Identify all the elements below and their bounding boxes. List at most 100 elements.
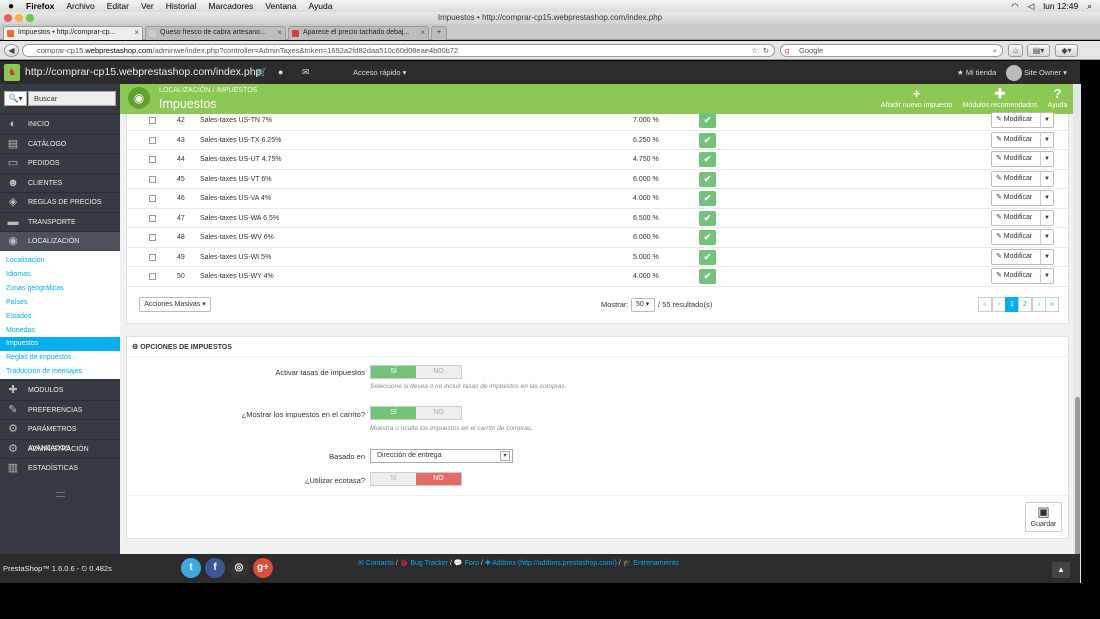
caret-down-icon[interactable]: ▼ <box>1044 191 1050 205</box>
forum-link[interactable]: 💬 Foro <box>454 560 479 567</box>
sidebar-item-inicio[interactable]: ◐ Inicio <box>0 114 120 133</box>
submenu-item-idiomas[interactable]: Idiomas <box>0 268 120 282</box>
use-ecotax-switch[interactable]: SÍ NO <box>370 472 462 486</box>
quick-access-dropdown[interactable]: Acceso rápido ▾ <box>353 61 406 84</box>
menu-archivo[interactable]: Archivo <box>66 1 94 11</box>
based-on-select[interactable]: Dirección de entrega ▾ <box>370 449 513 463</box>
caret-down-icon[interactable]: ▼ <box>1044 269 1050 283</box>
page-2-button[interactable]: 2 <box>1018 297 1032 312</box>
submenu-item-impuestos[interactable]: Impuestos <box>0 337 120 352</box>
page-1-button[interactable]: 1 <box>1005 297 1019 312</box>
new-tab-button[interactable]: + <box>431 26 447 40</box>
last-page-button[interactable]: » <box>1045 297 1059 312</box>
enabled-check-icon[interactable]: ✔ <box>699 113 716 128</box>
modify-button[interactable]: ✎ Modificar ▼ <box>991 170 1054 187</box>
github-icon[interactable]: ◎ <box>229 558 249 578</box>
search-type-button[interactable]: 🔍▾ <box>4 91 27 106</box>
sidebar-item-modulos[interactable]: ✚ Módulos <box>0 380 120 399</box>
submenu-item-zonas-geograficas[interactable]: Zonas geográficas <box>0 282 120 296</box>
show-taxes-cart-switch[interactable]: SÍ NO <box>370 406 462 420</box>
caret-down-icon[interactable]: ▼ <box>1044 211 1050 225</box>
tab-aparece[interactable]: Aparece el precio tachado debaj... × <box>288 26 429 40</box>
use-ecotax-yes[interactable]: SÍ <box>371 473 416 485</box>
sidebar-item-parametros-avanzados[interactable]: ⚙ Parámetros avanzados <box>0 419 120 452</box>
twitter-icon[interactable]: t <box>181 558 201 578</box>
wifi-icon[interactable]: ◠ <box>1011 1 1018 12</box>
caret-down-icon[interactable]: ▼ <box>1044 230 1050 244</box>
enable-taxes-switch[interactable]: SÍ NO <box>370 365 462 379</box>
close-tab-icon[interactable]: × <box>420 27 425 39</box>
enable-taxes-no[interactable]: NO <box>416 366 461 378</box>
addons-link[interactable]: ✚ Addons (http://addons.prestashop.com/) <box>485 560 617 567</box>
caret-down-icon[interactable]: ▼ <box>1044 172 1050 186</box>
google-plus-icon[interactable]: g+ <box>253 558 273 578</box>
avatar[interactable] <box>1006 65 1022 81</box>
close-tab-icon[interactable]: × <box>277 27 282 39</box>
enabled-check-icon[interactable]: ✔ <box>699 132 716 148</box>
menu-ver[interactable]: Ver <box>141 1 154 11</box>
submenu-item-reglas-de-impuestos[interactable]: Reglas de impuestos <box>0 351 120 365</box>
submenu-item-estados[interactable]: Estados <box>0 310 120 324</box>
addon-button[interactable]: ◆▾ <box>1055 44 1078 57</box>
modify-button[interactable]: ✎ Modificar ▼ <box>991 190 1054 206</box>
tab-queso[interactable]: Queso fresco de cabra artesano... × <box>145 26 286 40</box>
enabled-check-icon[interactable]: ✔ <box>699 269 716 284</box>
url-bar[interactable]: comprar-cp15.webprestashop.com/adminwe/i… <box>22 44 775 57</box>
sidebar-item-catalogo[interactable]: ▤ Catálogo <box>0 133 120 153</box>
training-link[interactable]: 🎓 Entrenamiento <box>623 560 679 567</box>
use-ecotax-no[interactable]: NO <box>416 473 461 485</box>
modify-button[interactable]: ✎ Modificar ▼ <box>991 248 1054 265</box>
bug-tracker-link[interactable]: 🐞 Bug Tracker <box>400 560 448 567</box>
row-checkbox[interactable] <box>149 117 156 124</box>
sidebar-item-transporte[interactable]: ▬ Transporte <box>0 211 120 231</box>
show-taxes-cart-yes[interactable]: SÍ <box>371 407 416 419</box>
modify-button[interactable]: ✎ Modificar ▼ <box>991 229 1054 245</box>
menu-app[interactable]: Firefox <box>26 1 54 11</box>
add-tax-button[interactable]: + Añadir nuevo impuesto <box>878 86 955 109</box>
submenu-item-monedas[interactable]: Monedas <box>0 324 120 338</box>
spotlight-icon[interactable]: ⌕ <box>1087 1 1092 12</box>
sidebar-item-reglas-de-precios[interactable]: ◈ Reglas de precios <box>0 192 120 211</box>
modify-button[interactable]: ✎ Modificar ▼ <box>991 209 1054 226</box>
row-checkbox[interactable] <box>149 214 156 222</box>
home-button[interactable]: ⌂ <box>1008 44 1023 57</box>
enabled-check-icon[interactable]: ✔ <box>699 171 716 187</box>
back-button[interactable]: ◀ <box>4 44 19 57</box>
user-icon[interactable]: ● <box>278 61 283 84</box>
menu-historial[interactable]: Historial <box>166 1 197 11</box>
menu-marcadores[interactable]: Marcadores <box>208 1 253 11</box>
row-checkbox[interactable] <box>149 156 156 163</box>
caret-down-icon[interactable]: ▼ <box>1044 133 1050 147</box>
menu-ventana[interactable]: Ventana <box>265 1 296 11</box>
save-button[interactable]: ▣ Guardar <box>1025 502 1062 532</box>
cart-icon[interactable]: 🛒 <box>256 61 267 84</box>
breadcrumb-item[interactable]: Localización <box>159 87 210 94</box>
menu-ayuda[interactable]: Ayuda <box>309 1 333 11</box>
next-page-button[interactable]: › <box>1032 297 1046 312</box>
menu-editar[interactable]: Editar <box>107 1 129 11</box>
sidebar-collapse-handle[interactable] <box>56 492 65 497</box>
sidebar-item-localizacion[interactable]: ◉ Localización <box>0 231 120 250</box>
contact-link[interactable]: ✉ Contacto <box>358 560 394 567</box>
first-page-button[interactable]: « <box>978 297 992 312</box>
close-tab-icon[interactable]: × <box>134 27 139 39</box>
clock[interactable]: lun 12:49 <box>1043 1 1078 11</box>
search-icon[interactable]: ⌕ <box>993 45 997 56</box>
bookmark-star-icon[interactable]: ☆ <box>751 45 758 56</box>
sidebar-item-preferencias[interactable]: ✎ Preferencias <box>0 399 120 419</box>
row-checkbox[interactable] <box>149 136 156 144</box>
sidebar-item-clientes[interactable]: ☻ Clientes <box>0 172 120 192</box>
bookmarks-button[interactable]: ▤▾ <box>1027 44 1050 57</box>
row-checkbox[interactable] <box>149 273 156 280</box>
submenu-item-traduccion-de-mensajes[interactable]: Traducción de mensajes <box>0 365 120 379</box>
minimize-window-icon[interactable] <box>15 14 23 22</box>
help-button[interactable]: ? Ayuda <box>1045 86 1070 109</box>
bulk-actions-button[interactable]: Acciones Masivas ▾ <box>139 297 211 312</box>
web-search-input[interactable]: g Google ⌕ <box>780 44 1003 57</box>
submenu-item-localizacion[interactable]: Localización <box>0 254 120 268</box>
submenu-item-paises[interactable]: Países <box>0 296 120 310</box>
recommended-modules-button[interactable]: ✚ Módulos recomendados <box>960 86 1040 109</box>
row-checkbox[interactable] <box>149 253 156 261</box>
per-page-select[interactable]: 50 ▾ <box>631 298 655 312</box>
reload-icon[interactable]: ↻ <box>763 45 769 56</box>
